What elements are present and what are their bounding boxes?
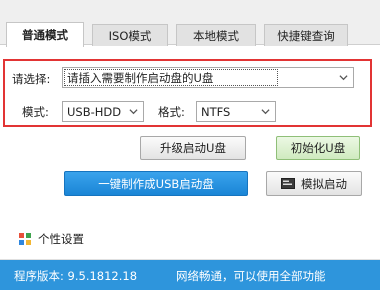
upgrade-usb-button[interactable]: 升级启动U盘	[140, 136, 246, 160]
device-select-label: 请选择:	[12, 72, 51, 86]
personal-settings-link[interactable]: 个性设置	[18, 230, 84, 248]
program-version: 程序版本: 9.5.1812.18	[14, 269, 138, 283]
tab-iso-mode[interactable]: ISO模式	[92, 24, 168, 46]
keyboard-icon	[281, 178, 295, 189]
format-select[interactable]: NTFS	[196, 101, 276, 122]
chevron-down-icon	[129, 109, 138, 115]
device-select[interactable]: 请插入需要制作启动盘的U盘	[62, 67, 354, 88]
init-usb-button[interactable]: 初始化U盘	[276, 136, 360, 160]
mode-select[interactable]: USB-HDD	[62, 101, 144, 122]
mode-select-value: USB-HDD	[67, 104, 122, 119]
device-select-value: 请插入需要制作启动盘的U盘	[67, 70, 214, 85]
tab-bar: 普通模式 ISO模式 本地模式 快捷键查询	[0, 0, 380, 47]
mode-label: 模式:	[22, 105, 49, 119]
tab-normal-mode[interactable]: 普通模式	[6, 22, 84, 47]
format-select-value: NTFS	[201, 104, 231, 119]
main-panel: 请选择: 请插入需要制作启动盘的U盘 模式: USB-HDD 格式: NTFS …	[0, 46, 380, 260]
tab-shortcut-query[interactable]: 快捷键查询	[264, 24, 348, 46]
simulate-boot-button[interactable]: 模拟启动	[266, 171, 362, 196]
format-label: 格式:	[158, 105, 185, 119]
tab-local-mode[interactable]: 本地模式	[176, 24, 256, 46]
simulate-boot-label: 模拟启动	[301, 176, 347, 191]
app-window: 普通模式 ISO模式 本地模式 快捷键查询 请选择: 请插入需要制作启动盘的U盘…	[0, 0, 380, 290]
network-status: 网络畅通，可以使用全部功能	[176, 269, 326, 283]
make-bootable-usb-button[interactable]: 一键制作成USB启动盘	[64, 171, 248, 196]
chevron-down-icon	[261, 109, 270, 115]
grid-icon	[19, 233, 31, 245]
personal-settings-label: 个性设置	[38, 232, 84, 246]
status-bar: 程序版本: 9.5.1812.18 网络畅通，可以使用全部功能	[0, 260, 380, 290]
chevron-down-icon	[339, 75, 348, 81]
